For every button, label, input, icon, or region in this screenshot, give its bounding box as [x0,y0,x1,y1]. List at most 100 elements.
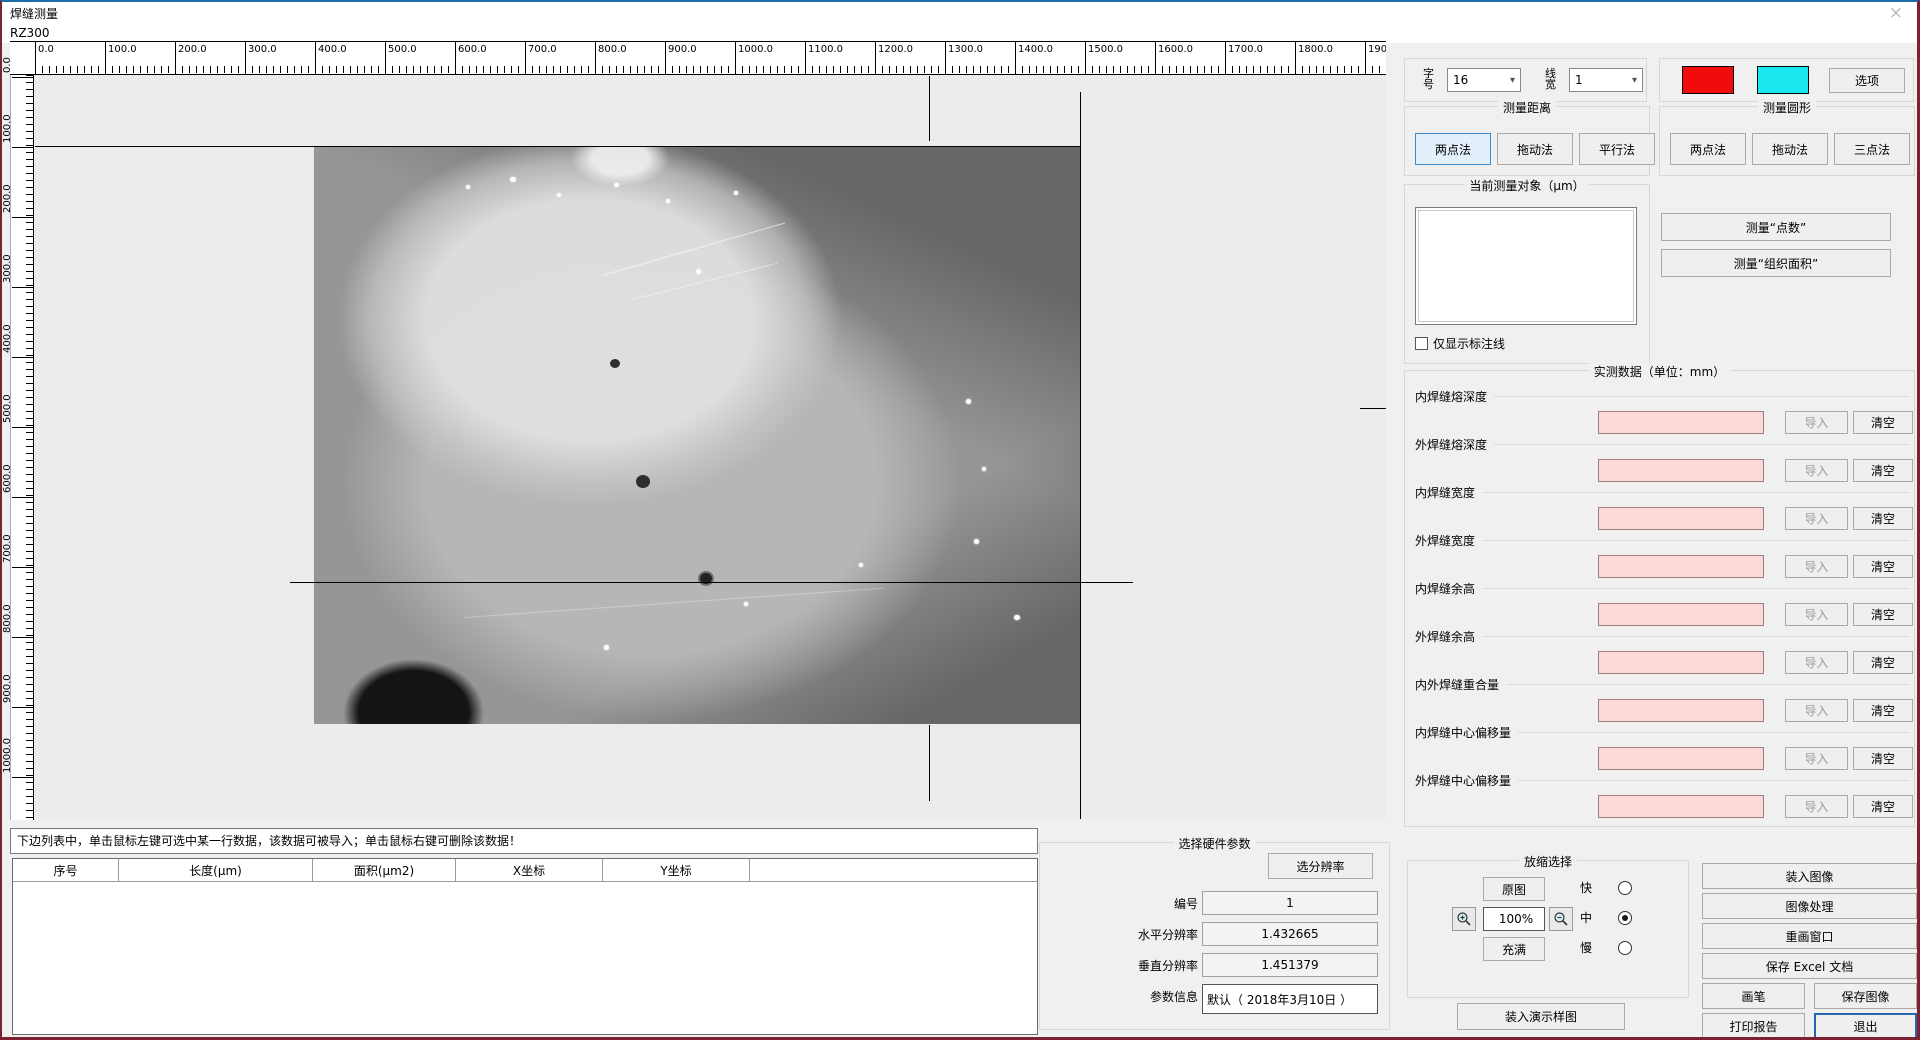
load-image-button[interactable]: 装入图像 [1702,863,1917,889]
h-ruler-label: 600.0 [458,44,487,55]
h-ruler-label: 200.0 [178,44,207,55]
zoom-in-icon[interactable] [1452,907,1476,931]
import-button[interactable]: 导入 [1785,651,1848,674]
measurement-label: 内焊缝中心偏移量 [1415,724,1518,741]
h-ruler-major-tick: 1500.0 [1085,42,1086,74]
clear-button[interactable]: 清空 [1853,507,1913,530]
redraw-window-button[interactable]: 重画窗口 [1702,923,1917,949]
selection-box-top-line [35,146,1080,147]
table-column-header[interactable]: 面积(μm2) [313,859,456,881]
measurement-value-field[interactable] [1598,507,1764,530]
title-bar: 焊缝测量 × [2,2,1917,24]
clear-button[interactable]: 清空 [1853,699,1913,722]
import-button[interactable]: 导入 [1785,507,1848,530]
zoom-out-icon[interactable] [1549,907,1573,931]
exit-button[interactable]: 退出 [1814,1013,1917,1039]
measurement-label: 内焊缝宽度 [1415,484,1482,501]
font-size-select[interactable]: 16▾ [1447,68,1521,92]
marker-line-top [929,76,930,141]
close-icon[interactable]: × [1889,3,1903,23]
param-info-field[interactable]: 默认（ 2018年3月10日 ） [1202,984,1378,1014]
h-ruler-label: 900.0 [668,44,697,55]
chevron-down-icon: ▾ [1510,75,1515,86]
import-button[interactable]: 导入 [1785,795,1848,818]
select-resolution-button[interactable]: 选分辨率 [1268,853,1373,879]
zoom-group: 放缩选择 原图 100% 充满 快中慢 [1407,860,1689,998]
import-button[interactable]: 导入 [1785,459,1848,482]
red-color-swatch[interactable] [1682,66,1734,94]
measurement-label: 外焊缝中心偏移量 [1415,772,1518,789]
zoom-percent-field[interactable]: 100% [1483,907,1545,931]
group-title: 放缩选择 [1519,853,1577,870]
measurement-value-field[interactable] [1598,459,1764,482]
measurement-value-field[interactable] [1598,699,1764,722]
menu-item-rz300[interactable]: RZ300 [10,26,49,40]
table-column-filler [750,859,1037,881]
v-ruler-major-tick: 900.0 [12,707,33,708]
circle-method-button-3[interactable]: 三点法 [1834,133,1910,165]
table-column-header[interactable]: X坐标 [456,859,603,881]
measurement-value-field[interactable] [1598,555,1764,578]
horizontal-resolution-field[interactable]: 1.432665 [1202,922,1378,946]
only-annotation-lines-checkbox[interactable] [1415,337,1428,350]
vertical-resolution-field[interactable]: 1.451379 [1202,953,1378,977]
measurement-row: 外焊缝熔深度导入清空 [1415,444,1910,492]
h-ruler-label: 1100.0 [808,44,843,55]
clear-button[interactable]: 清空 [1853,459,1913,482]
horizontal-ruler: 0.0100.0200.0300.0400.0500.0600.0700.080… [10,41,1386,75]
table-column-header[interactable]: 序号 [13,859,119,881]
table-column-header[interactable]: Y坐标 [603,859,750,881]
speed-radio-1[interactable] [1618,881,1632,895]
save-excel-button[interactable]: 保存 Excel 文档 [1702,953,1917,979]
speed-radio-3[interactable] [1618,941,1632,955]
weld-seam-photo[interactable] [314,147,1080,724]
save-image-button[interactable]: 保存图像 [1814,983,1917,1009]
clear-button[interactable]: 清空 [1853,795,1913,818]
measurement-value-field[interactable] [1598,603,1764,626]
measurement-value-field[interactable] [1598,795,1764,818]
measurement-value-field[interactable] [1598,747,1764,770]
cyan-color-swatch[interactable] [1757,66,1809,94]
distance-method-button-2[interactable]: 拖动法 [1497,133,1573,165]
import-button[interactable]: 导入 [1785,699,1848,722]
clear-button[interactable]: 清空 [1853,555,1913,578]
h-ruler-label: 1600.0 [1158,44,1193,55]
load-demo-image-button[interactable]: 装入演示样图 [1457,1003,1625,1030]
image-processing-button[interactable]: 图像处理 [1702,893,1917,919]
line-width-select[interactable]: 1▾ [1569,68,1643,92]
measurement-value-field[interactable] [1598,651,1764,674]
clear-button[interactable]: 清空 [1853,411,1913,434]
v-ruler-major-tick: 400.0 [12,357,33,358]
measurement-value-field[interactable] [1598,411,1764,434]
import-button[interactable]: 导入 [1785,747,1848,770]
clear-button[interactable]: 清空 [1853,651,1913,674]
import-button[interactable]: 导入 [1785,555,1848,578]
measure-points-button[interactable]: 测量“点数” [1661,213,1891,241]
distance-method-button-1[interactable]: 两点法 [1415,133,1491,165]
device-number-field[interactable]: 1 [1202,891,1378,915]
import-button[interactable]: 导入 [1785,603,1848,626]
import-button[interactable]: 导入 [1785,411,1848,434]
table-column-header[interactable]: 长度(μm) [119,859,313,881]
pen-button[interactable]: 画笔 [1702,983,1805,1009]
clear-button[interactable]: 清空 [1853,747,1913,770]
distance-method-button-3[interactable]: 平行法 [1579,133,1655,165]
speed-radio-2[interactable] [1618,911,1632,925]
results-table[interactable]: 序号长度(μm)面积(μm2)X坐标Y坐标 [12,858,1038,1035]
measure-area-button[interactable]: 测量“组织面积” [1661,249,1891,277]
current-object-listbox[interactable] [1415,207,1637,325]
fit-button[interactable]: 充满 [1483,937,1545,961]
options-button[interactable]: 选项 [1829,68,1905,93]
circle-method-button-2[interactable]: 拖动法 [1752,133,1828,165]
image-canvas[interactable] [35,75,1386,820]
current-object-group: 当前测量对象（μm） 仅显示标注线 [1404,184,1650,364]
clear-button[interactable]: 清空 [1853,603,1913,626]
h-ruler-major-tick: 1300.0 [945,42,946,74]
hint-text: 下边列表中，单击鼠标左键可选中某一行数据，该数据可被导入；单击鼠标右键可删除该数… [10,828,1038,854]
print-report-button[interactable]: 打印报告 [1702,1013,1805,1039]
pore-hole [698,571,714,586]
measurement-label: 外焊缝余高 [1415,628,1482,645]
circle-method-button-1[interactable]: 两点法 [1670,133,1746,165]
original-size-button[interactable]: 原图 [1483,877,1545,901]
h-ruler-label: 800.0 [598,44,627,55]
